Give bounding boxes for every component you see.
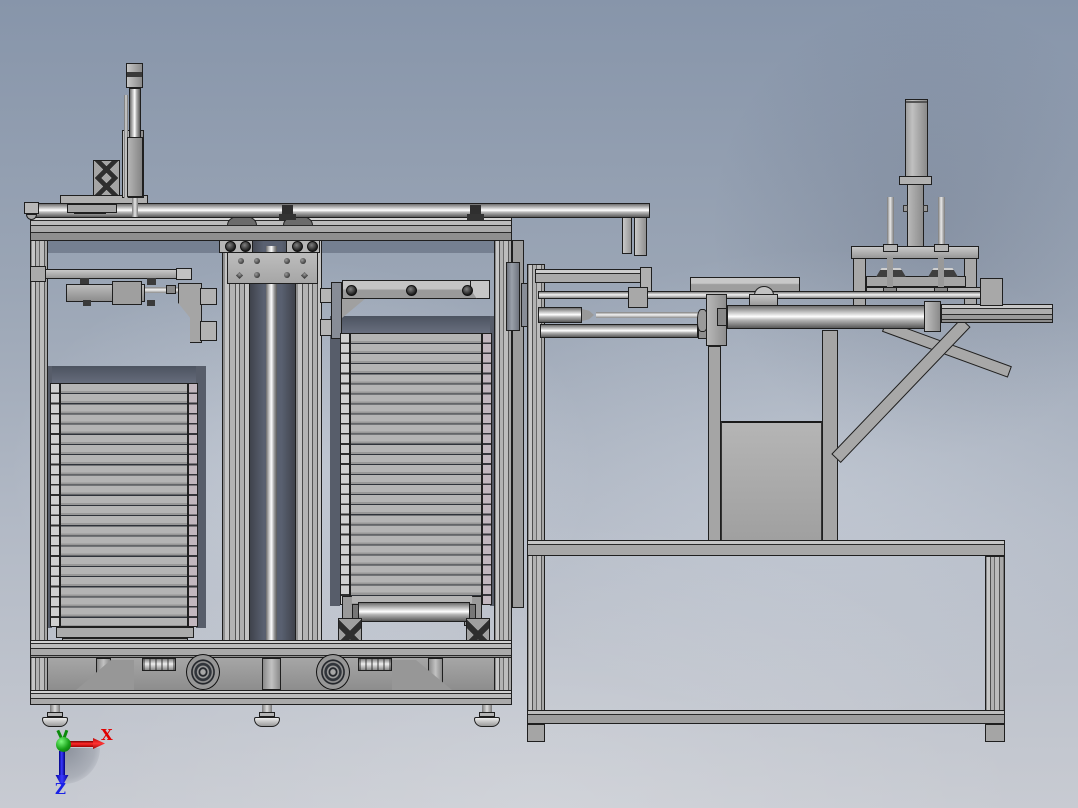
z-axis-label: Z: [55, 780, 66, 798]
cad-viewport[interactable]: X Z: [0, 0, 1078, 808]
triad-shadow-arc: [64, 748, 100, 784]
z-axis-shaft: [59, 751, 65, 776]
x-axis-shaft: [70, 741, 94, 747]
origin-ball: [56, 737, 71, 752]
orientation-triad: X Z: [0, 0, 1078, 808]
x-axis-label: X: [101, 726, 113, 744]
